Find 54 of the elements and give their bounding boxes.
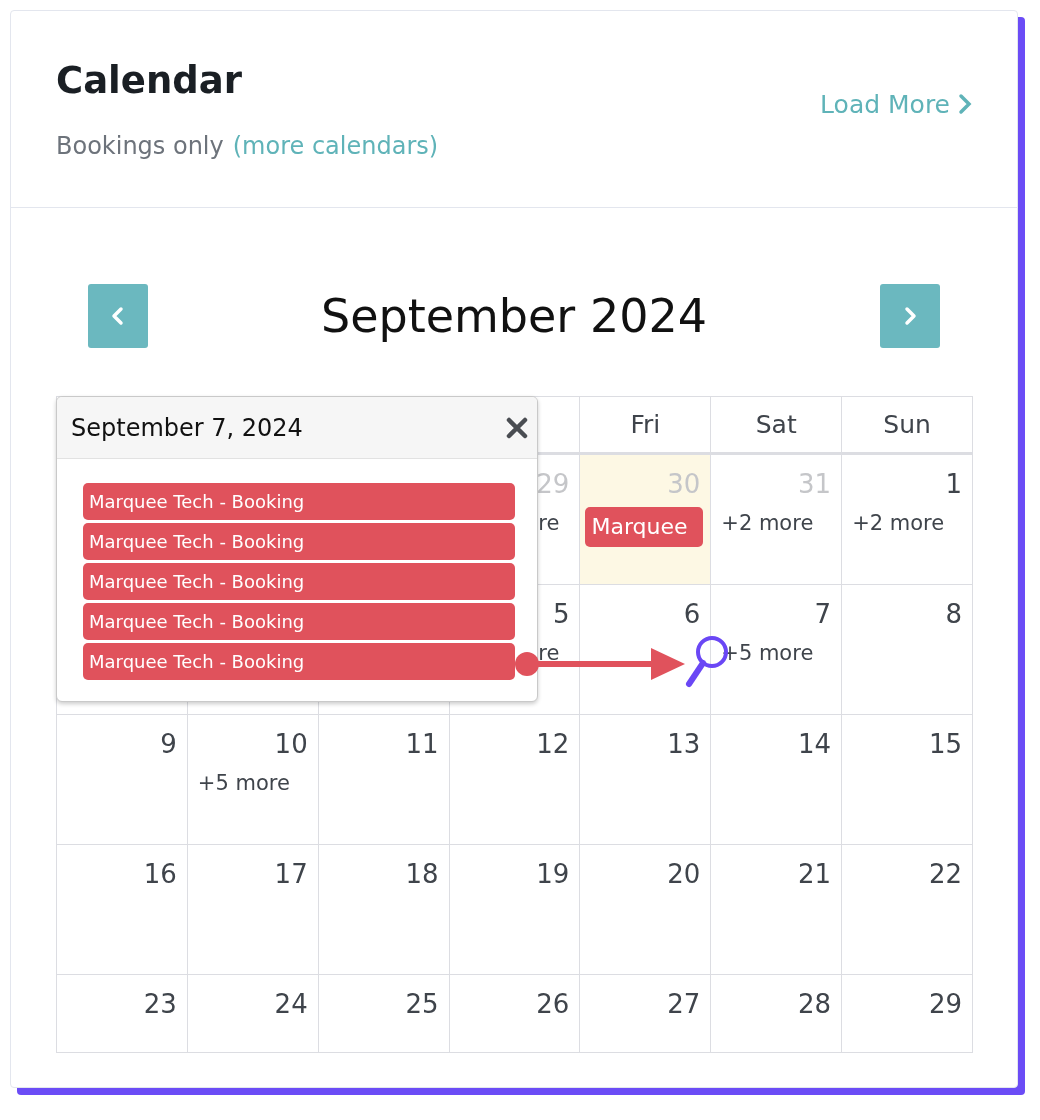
- chevron-left-icon: [110, 305, 126, 327]
- day-number: 31: [798, 469, 832, 499]
- day-number: 30: [667, 469, 701, 499]
- subtitle: Bookings only: [56, 131, 224, 160]
- chevron-right-icon: [902, 305, 918, 327]
- more-calendars-link[interactable]: (more calendars): [232, 131, 439, 160]
- close-icon[interactable]: [505, 415, 529, 440]
- next-month-button[interactable]: [880, 284, 940, 348]
- day-number: 8: [945, 599, 962, 629]
- chevron-right-icon: [958, 93, 972, 115]
- day-number: 13: [667, 729, 701, 759]
- day-number: 9: [160, 729, 177, 759]
- day-number: 23: [143, 989, 177, 1019]
- day-number: 1: [945, 469, 962, 499]
- day-number: 29: [536, 469, 570, 499]
- more-events-link[interactable]: re: [538, 511, 560, 535]
- more-events-link[interactable]: +5 more: [197, 771, 290, 795]
- day-number: 29: [928, 989, 962, 1019]
- event-chip[interactable]: Marquee Tech - Booking: [83, 483, 515, 520]
- weekday-header: Sun: [842, 397, 973, 455]
- card-title: Calendar: [56, 58, 243, 102]
- day-number: 17: [274, 859, 308, 889]
- more-events-link[interactable]: re: [538, 641, 560, 665]
- previous-month-button[interactable]: [88, 284, 148, 348]
- day-number: 16: [143, 859, 177, 889]
- day-number: 22: [928, 859, 962, 889]
- day-number: 10: [274, 729, 308, 759]
- day-number: 20: [667, 859, 701, 889]
- event-chip[interactable]: Marquee: [585, 507, 704, 547]
- more-events-link[interactable]: +2 more: [852, 511, 945, 535]
- day-number: 15: [928, 729, 962, 759]
- more-events-link[interactable]: +2 more: [721, 511, 814, 535]
- day-number: 24: [274, 989, 308, 1019]
- event-chip[interactable]: Marquee Tech - Booking: [83, 643, 515, 680]
- day-number: 6: [683, 599, 701, 629]
- day-number: 18: [405, 859, 439, 889]
- day-number: 7: [814, 599, 832, 629]
- event-chip[interactable]: Marquee Tech - Booking: [83, 603, 515, 640]
- day-number: 21: [798, 859, 832, 889]
- day-number: 27: [667, 989, 701, 1019]
- day-number: 11: [405, 729, 439, 759]
- day-number: 26: [536, 989, 570, 1019]
- day-number: 28: [798, 989, 832, 1019]
- month-title: September 2024: [321, 289, 707, 343]
- day-number: 12: [536, 729, 570, 759]
- day-number: 14: [798, 729, 832, 759]
- load-more-link[interactable]: Load More: [820, 89, 972, 119]
- popover-title: September 7, 2024: [71, 413, 303, 442]
- event-chip[interactable]: Marquee Tech - Booking: [83, 563, 515, 600]
- day-number: 25: [405, 989, 439, 1019]
- event-chip[interactable]: Marquee Tech - Booking: [83, 523, 515, 560]
- day-number: 5: [552, 599, 570, 629]
- weekday-header: Sat: [711, 397, 843, 455]
- day-number: 19: [536, 859, 570, 889]
